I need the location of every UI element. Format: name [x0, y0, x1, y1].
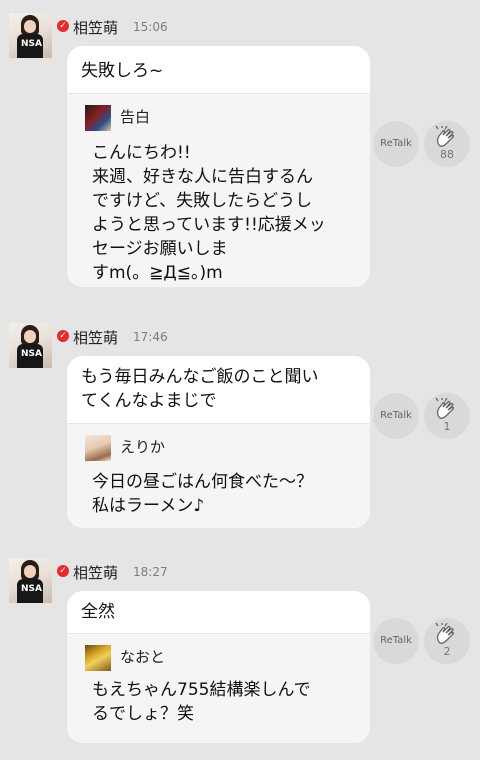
- clap-hands-icon: [435, 398, 455, 419]
- quoted-post[interactable]: えりか 今日の昼ごはん何食べた～？ 私はラーメン♪: [67, 424, 370, 528]
- author-name[interactable]: 相笠萌: [73, 17, 118, 38]
- clap-count: 2: [443, 645, 451, 658]
- clap-button[interactable]: 88: [424, 121, 470, 167]
- clap-count: 1: [443, 420, 451, 433]
- author-name[interactable]: 相笠萌: [73, 562, 118, 583]
- author-name[interactable]: 相笠萌: [73, 327, 118, 348]
- verified-badge-icon: ✓: [57, 330, 69, 342]
- quoted-text: もえちゃん755結構楽しんで るでしょ？笑: [92, 680, 311, 724]
- comment-text: 失敗しろ~: [81, 61, 164, 81]
- message-bubble: もう毎日みんなご飯のこと聞い てくんなよまじで えりか 今日の昼ごはん何食べた～…: [67, 356, 370, 528]
- quoted-text: こんにちわ!! 来週、好きな人に告白するん ですけど、失敗したらどうし ようと思…: [92, 143, 326, 283]
- retalk-button[interactable]: ReTalk: [373, 121, 419, 167]
- quoted-post[interactable]: なおと もえちゃん755結構楽しんで るでしょ？笑: [67, 634, 370, 743]
- clap-button[interactable]: 1: [424, 393, 470, 439]
- retalk-button[interactable]: ReTalk: [373, 393, 419, 439]
- quoted-name: 告白: [120, 108, 151, 126]
- verified-badge-icon: ✓: [57, 565, 69, 577]
- quoted-name: なおと: [120, 648, 166, 666]
- post-time: 15:06: [133, 20, 168, 34]
- quoted-avatar: [85, 435, 111, 461]
- comment-text: 全然: [81, 602, 115, 622]
- message-bubble: 全然 なおと もえちゃん755結構楽しんで るでしょ？笑: [67, 591, 370, 743]
- quoted-post[interactable]: 告白 こんにちわ!! 来週、好きな人に告白するん ですけど、失敗したらどうし よ…: [67, 94, 370, 287]
- quoted-avatar: [85, 105, 111, 131]
- retalk-button[interactable]: ReTalk: [373, 618, 419, 664]
- author-avatar[interactable]: NSA: [9, 558, 52, 603]
- post-time: 17:46: [133, 330, 168, 344]
- author-avatar[interactable]: NSA: [9, 323, 52, 368]
- comment-text: もう毎日みんなご飯のこと聞い てくんなよまじで: [81, 367, 319, 411]
- clap-hands-icon: [435, 623, 455, 644]
- quoted-avatar: [85, 645, 111, 671]
- quoted-text: 今日の昼ごはん何食べた～？ 私はラーメン♪: [92, 472, 313, 516]
- message-bubble: 失敗しろ~ 告白 こんにちわ!! 来週、好きな人に告白するん ですけど、失敗した…: [67, 46, 370, 287]
- quoted-name: えりか: [120, 438, 166, 456]
- clap-button[interactable]: 2: [424, 618, 470, 664]
- author-avatar[interactable]: NSA: [9, 13, 52, 58]
- clap-hands-icon: [435, 126, 455, 147]
- post-time: 18:27: [133, 565, 168, 579]
- verified-badge-icon: ✓: [57, 20, 69, 32]
- clap-count: 88: [440, 148, 454, 161]
